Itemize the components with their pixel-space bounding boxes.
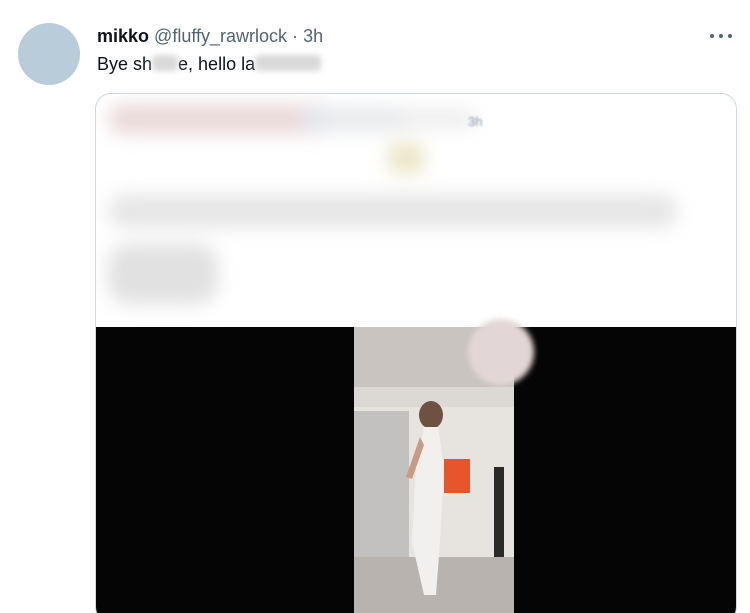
display-name[interactable]: mikko [97, 26, 149, 46]
quoted-tweet-media[interactable] [96, 319, 736, 613]
blurred-face-overlay [468, 319, 534, 385]
tweet[interactable]: mikko @fluffy_rawrlock · 3h Bye sh e, hel… [0, 0, 750, 613]
quoted-tweet-card[interactable]: 3h [95, 93, 737, 613]
tweet-text-part-1: Bye sh [97, 54, 153, 74]
tweet-header: mikko @fluffy_rawrlock · 3h [97, 25, 323, 47]
redacted-text [255, 55, 322, 72]
tweet-text: Bye sh e, hello la [97, 53, 322, 75]
separator-dot: · [292, 26, 299, 46]
quoted-tweet-time: 3h [468, 114, 483, 129]
redacted-text [152, 55, 179, 72]
tweet-text-part-2: e, hello la [178, 54, 256, 74]
user-handle[interactable]: @fluffy_rawrlock [154, 26, 287, 46]
ellipsis-icon[interactable] [706, 26, 736, 46]
avatar[interactable] [18, 23, 80, 85]
timestamp[interactable]: 3h [303, 26, 323, 46]
quoted-tweet-blurred-content [96, 94, 736, 327]
